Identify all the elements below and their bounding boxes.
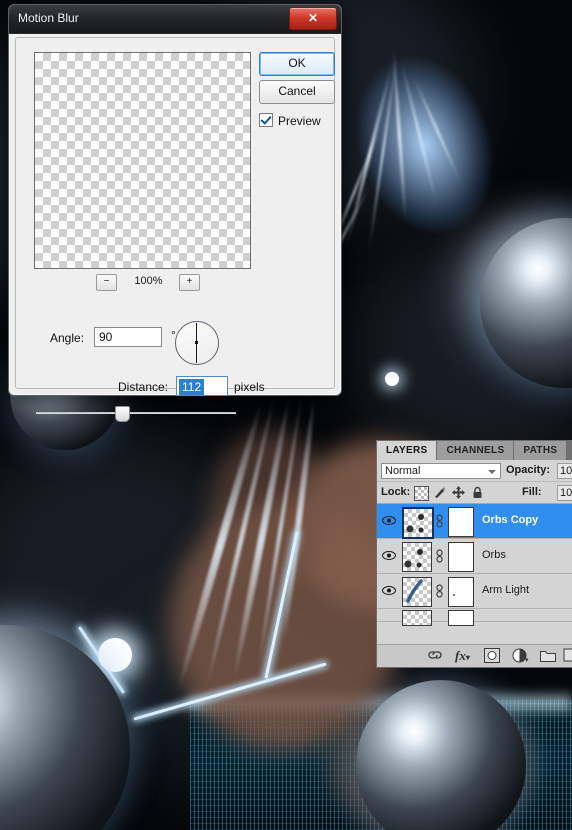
tab-paths[interactable]: PATHS [514,441,568,460]
pixels-unit-label: pixels [234,380,265,394]
add-layer-mask-icon[interactable] [484,648,500,666]
fill-label: Fill: [522,486,542,498]
layer-name: Arm Light [482,584,530,596]
svg-text:▾: ▾ [525,657,529,663]
layer-mask-thumbnail[interactable] [448,507,474,537]
preview-checkbox-row: Preview [259,113,321,128]
tab-channels[interactable]: CHANNELS [437,441,515,460]
zoom-out-button[interactable]: − [96,274,117,291]
panel-tab-strip: LAYERS CHANNELS PATHS [377,441,572,460]
motion-blur-dialog: Motion Blur ✕ − 100% + Angle: 90 ° Dista… [8,4,342,422]
angle-label: Angle: [50,331,85,345]
table-row[interactable]: Orbs Copy [377,504,572,539]
layer-list: Orbs Copy Orbs Arm Light [377,504,572,626]
table-row[interactable]: Arm Light [377,574,572,609]
dialog-body: − 100% + Angle: 90 ° Distance: 112 pixel… [15,37,335,422]
slider-thumb[interactable] [115,406,130,422]
close-icon[interactable]: ✕ [289,7,337,30]
distance-slider[interactable] [36,406,236,422]
opacity-input[interactable]: 100% [557,463,572,479]
distance-input[interactable]: 112 [176,376,228,396]
preview-checkbox-label: Preview [278,114,321,128]
blend-mode-select[interactable]: Normal [381,463,501,479]
layer-name: Orbs [482,549,506,561]
layer-mask-link-icon[interactable] [435,584,444,598]
blur-preview-canvas[interactable] [34,52,251,269]
layer-mask-link-icon[interactable] [435,549,444,563]
ok-button[interactable]: OK [259,52,335,76]
angle-input[interactable]: 90 [94,327,162,347]
zoom-in-button[interactable]: + [179,274,200,291]
tab-layers[interactable]: LAYERS [377,441,438,460]
layers-panel: LAYERS CHANNELS PATHS Normal Opacity: 10… [376,440,572,668]
lock-transparent-pixels-icon[interactable] [414,486,429,501]
layer-style-fx-icon[interactable]: fx▾ [455,648,470,666]
blend-mode-value: Normal [385,465,421,477]
layer-mask-thumbnail[interactable] [448,577,474,607]
layer-thumbnail[interactable] [402,542,432,572]
small-light-dot [385,372,399,386]
light-hand-glow [335,39,515,251]
chevron-down-icon [488,470,496,474]
cancel-button[interactable]: Cancel [259,80,335,104]
link-layers-icon[interactable] [427,648,443,665]
opacity-label: Opacity: [506,464,551,476]
layers-panel-footer: fx▾ ▾ [377,644,572,667]
layer-thumbnail[interactable] [402,577,432,607]
lock-label: Lock: [381,486,411,498]
eye-icon[interactable] [382,515,396,526]
eye-icon[interactable] [382,550,396,561]
lock-all-icon[interactable] [471,486,484,499]
layer-mask-thumbnail[interactable] [448,542,474,572]
adjustment-layer-icon[interactable]: ▾ [512,648,529,666]
lock-image-pixels-icon[interactable] [433,486,446,499]
new-layer-icon[interactable] [563,648,572,665]
angle-dial[interactable] [175,321,219,365]
table-row-partial[interactable] [377,609,572,626]
distance-label: Distance: [118,380,169,394]
new-group-icon[interactable] [540,648,556,665]
distance-value: 112 [179,379,205,395]
dialog-title: Motion Blur [18,11,79,25]
dialog-title-bar: Motion Blur ✕ [9,5,341,34]
layer-thumbnail[interactable] [402,610,432,626]
eye-icon[interactable] [382,585,396,596]
preview-checkbox[interactable] [259,113,273,127]
lock-options-row: Lock: Fill: 100% [377,482,572,504]
table-row[interactable]: Orbs [377,539,572,574]
layer-thumbnail[interactable] [402,507,434,539]
angle-dial-center-dot [195,341,198,344]
layer-name: Orbs Copy [482,514,539,526]
layer-mask-link-icon[interactable] [435,514,444,528]
layer-mask-thumbnail[interactable] [448,610,474,626]
slider-track [36,412,236,414]
lock-position-icon[interactable] [452,486,465,499]
zoom-level-label: 100% [134,275,163,287]
blend-options-row: Normal Opacity: 100% [377,460,572,482]
fill-input[interactable]: 100% [557,485,572,501]
